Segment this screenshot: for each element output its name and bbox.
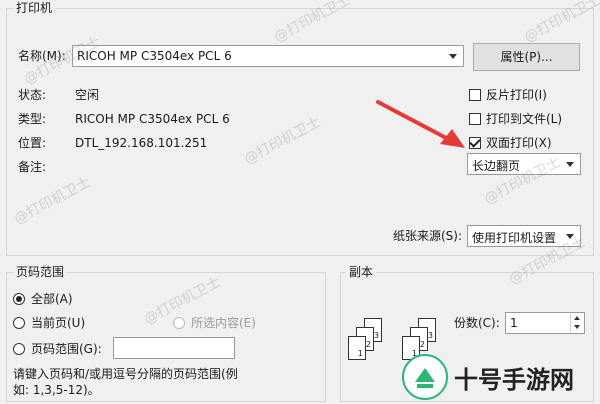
all-pages-label: 全部(A) [31, 292, 73, 306]
printer-name-label: 名称(M): [18, 49, 66, 63]
properties-button[interactable]: 属性(P)... [473, 43, 580, 71]
page-range-hint: 请键入页码和/或用逗号分隔的页码范围(例如: 1,3,5-12)。 [13, 367, 238, 397]
paper-source-value: 使用打印机设置 [472, 231, 557, 245]
all-pages-radio[interactable] [13, 293, 25, 305]
page-range-radio[interactable] [13, 343, 25, 355]
brand-icon [402, 354, 448, 400]
status-value: 空闲 [75, 88, 100, 102]
spin-up-icon[interactable] [570, 314, 583, 323]
printer-name-select[interactable]: RICOH MP C3504ex PCL 6 [72, 45, 464, 67]
comment-label: 备注: [18, 160, 47, 174]
spin-down-icon[interactable] [570, 323, 583, 332]
duplex-checkbox[interactable] [469, 136, 481, 149]
radio-dot-icon [16, 296, 22, 302]
location-value: DTL_192.168.101.251 [75, 136, 208, 150]
selection-radio[interactable] [173, 317, 185, 329]
paper-source-label: 纸张来源(S): [393, 229, 463, 243]
red-arrow-annotation [376, 100, 465, 148]
type-value: RICOH MP C3504ex PCL 6 [75, 112, 230, 126]
brand-logo: 十号手游网 [402, 352, 596, 402]
reverse-print-checkbox[interactable] [469, 89, 481, 101]
copies-label: 份数(C): [454, 316, 500, 330]
print-to-file-checkbox[interactable] [469, 113, 481, 125]
printer-name-value: RICOH MP C3504ex PCL 6 [77, 49, 232, 63]
reverse-print-label: 反片打印(I) [486, 88, 547, 102]
copies-input[interactable]: 1 [505, 312, 585, 334]
chevron-down-icon [449, 54, 457, 59]
current-page-radio[interactable] [13, 317, 25, 329]
selection-label: 所选内容(E) [191, 316, 256, 330]
status-label: 状态: [18, 88, 47, 102]
print-to-file-label: 打印到文件(L) [486, 112, 563, 126]
copies-value: 1 [510, 316, 518, 330]
page-range-input[interactable] [113, 337, 235, 359]
location-label: 位置: [18, 136, 47, 150]
duplex-label: 双面打印(X) [486, 136, 552, 150]
brand-text: 十号手游网 [454, 366, 574, 394]
page-range-label: 页码范围(G): [31, 342, 102, 356]
type-label: 类型: [18, 112, 47, 126]
flip-option-select[interactable]: 长边翻页 [467, 153, 581, 175]
paper-source-select[interactable]: 使用打印机设置 [467, 225, 581, 247]
check-icon [469, 136, 481, 148]
chevron-down-icon [566, 162, 574, 167]
printer-group-title: 打印机 [13, 1, 56, 15]
chevron-down-icon [566, 234, 574, 239]
copies-title: 副本 [346, 265, 377, 279]
flip-option-value: 长边翻页 [472, 159, 521, 173]
page-range-title: 页码范围 [13, 265, 68, 279]
current-page-label: 当前页(U) [31, 316, 86, 330]
